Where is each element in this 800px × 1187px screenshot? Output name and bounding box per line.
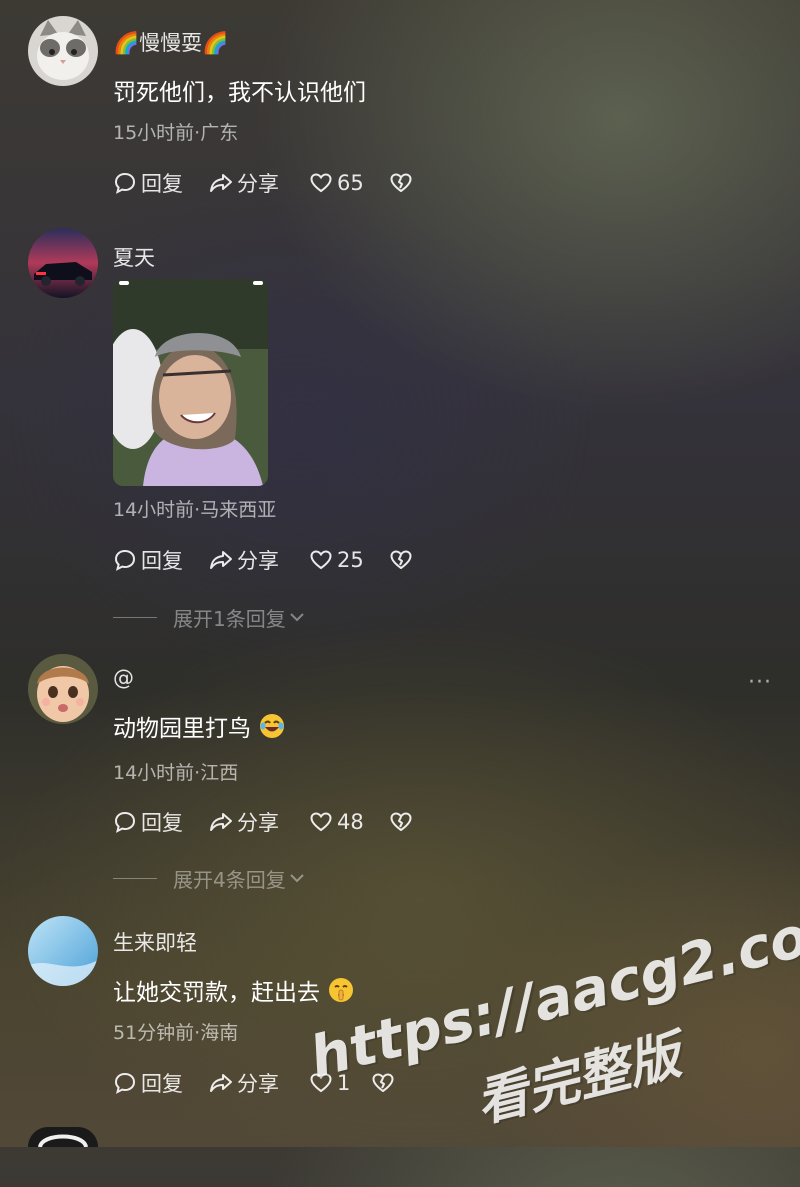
reply-label: 回复 xyxy=(141,1072,183,1096)
watermark-caption: 看完整版 xyxy=(470,1025,687,1135)
blue-avatar-image xyxy=(28,916,98,986)
comment-actions: 回复 分享 65 xyxy=(113,168,433,198)
person-photo xyxy=(113,279,268,486)
dislike-button[interactable] xyxy=(389,545,417,575)
reply-button[interactable]: 回复 xyxy=(113,545,183,575)
comment-actions: 回复 分享 25 xyxy=(113,545,433,575)
comment-meta: 14小时前·马来西亚 xyxy=(113,499,277,521)
broken-heart-icon xyxy=(390,173,412,192)
comment-bubble-icon xyxy=(114,1072,136,1094)
reply-label: 回复 xyxy=(141,172,183,196)
like-button[interactable]: 65 xyxy=(309,168,364,198)
reply-button[interactable]: 回复 xyxy=(113,168,183,198)
avatar-blue[interactable] xyxy=(28,916,98,986)
reply-label: 回复 xyxy=(141,549,183,573)
comment-text: 动物园里打鸟 xyxy=(113,709,286,746)
comment-text: 让她交罚款，赶出去 xyxy=(113,973,355,1010)
comment-image[interactable] xyxy=(113,279,268,486)
share-label: 分享 xyxy=(237,811,279,835)
dislike-button[interactable] xyxy=(389,807,417,837)
like-button[interactable]: 1 xyxy=(309,1068,350,1098)
broken-heart-icon xyxy=(390,812,412,831)
username[interactable]: @ xyxy=(113,666,134,690)
like-count: 65 xyxy=(337,171,364,195)
watermark: https://aacg2.com 看完整版 xyxy=(295,879,800,1187)
like-button[interactable]: 25 xyxy=(309,545,364,575)
comment-text: 罚死他们，我不认识他们 xyxy=(113,80,366,106)
username[interactable]: 生来即轻 xyxy=(113,927,197,957)
share-button[interactable]: 分享 xyxy=(209,168,279,198)
avatar-baby[interactable] xyxy=(28,654,98,724)
dislike-button[interactable] xyxy=(371,1068,399,1098)
share-arrow-icon xyxy=(210,551,232,569)
comment-bubble-icon xyxy=(114,549,136,571)
comment-meta: 14小时前·江西 xyxy=(113,762,239,784)
next-avatar-image xyxy=(28,1127,98,1147)
reply-button[interactable]: 回复 xyxy=(113,807,183,837)
baby-avatar-image xyxy=(28,654,98,724)
like-count: 48 xyxy=(337,810,364,834)
chevron-down-icon xyxy=(290,613,304,622)
comment-actions: 回复 分享 1 xyxy=(113,1068,433,1098)
share-button[interactable]: 分享 xyxy=(209,807,279,837)
heart-icon xyxy=(310,173,332,193)
heart-icon xyxy=(310,812,332,832)
divider-line xyxy=(113,877,157,879)
share-label: 分享 xyxy=(237,549,279,573)
divider-line xyxy=(113,616,157,618)
share-button[interactable]: 分享 xyxy=(209,1068,279,1098)
expand-label: 展开1条回复 xyxy=(173,606,286,631)
comment-meta: 15小时前·广东 xyxy=(113,122,239,144)
rolling-laughing-emoji xyxy=(258,712,286,746)
share-button[interactable]: 分享 xyxy=(209,545,279,575)
more-options-button[interactable]: ··· xyxy=(748,670,772,695)
broken-heart-icon xyxy=(372,1073,394,1092)
avatar-cat[interactable] xyxy=(28,16,98,86)
comment-bubble-icon xyxy=(114,172,136,194)
comment-meta: 51分钟前·海南 xyxy=(113,1022,239,1044)
heart-icon xyxy=(310,550,332,570)
comment-bubble-icon xyxy=(114,811,136,833)
share-arrow-icon xyxy=(210,813,232,831)
avatar-car[interactable] xyxy=(28,228,98,298)
like-button[interactable]: 48 xyxy=(309,807,364,837)
car-avatar-image xyxy=(28,228,98,298)
username[interactable]: 夏天 xyxy=(113,242,155,272)
expand-label: 展开4条回复 xyxy=(173,867,286,892)
share-arrow-icon xyxy=(210,1074,232,1092)
username[interactable]: 🌈慢慢耍🌈 xyxy=(113,27,228,57)
shushing-emoji xyxy=(327,976,355,1010)
avatar-next[interactable] xyxy=(28,1127,98,1147)
reply-label: 回复 xyxy=(141,811,183,835)
broken-heart-icon xyxy=(390,550,412,569)
expand-replies-button[interactable]: 展开4条回复 xyxy=(113,865,306,892)
share-label: 分享 xyxy=(237,1072,279,1096)
watermark-url: https://aacg2.com xyxy=(303,890,800,1091)
chevron-down-icon xyxy=(290,874,304,883)
like-count: 25 xyxy=(337,548,364,572)
expand-replies-button[interactable]: 展开1条回复 xyxy=(113,604,306,631)
comment-actions: 回复 分享 48 xyxy=(113,807,433,837)
dislike-button[interactable] xyxy=(389,168,417,198)
share-arrow-icon xyxy=(210,174,232,192)
reply-button[interactable]: 回复 xyxy=(113,1068,183,1098)
share-label: 分享 xyxy=(237,172,279,196)
cat-avatar-image xyxy=(28,16,98,86)
heart-icon xyxy=(310,1073,332,1093)
comment-text-content: 动物园里打鸟 xyxy=(113,716,251,742)
like-count: 1 xyxy=(337,1071,351,1095)
comment-text-content: 让她交罚款，赶出去 xyxy=(113,980,320,1006)
